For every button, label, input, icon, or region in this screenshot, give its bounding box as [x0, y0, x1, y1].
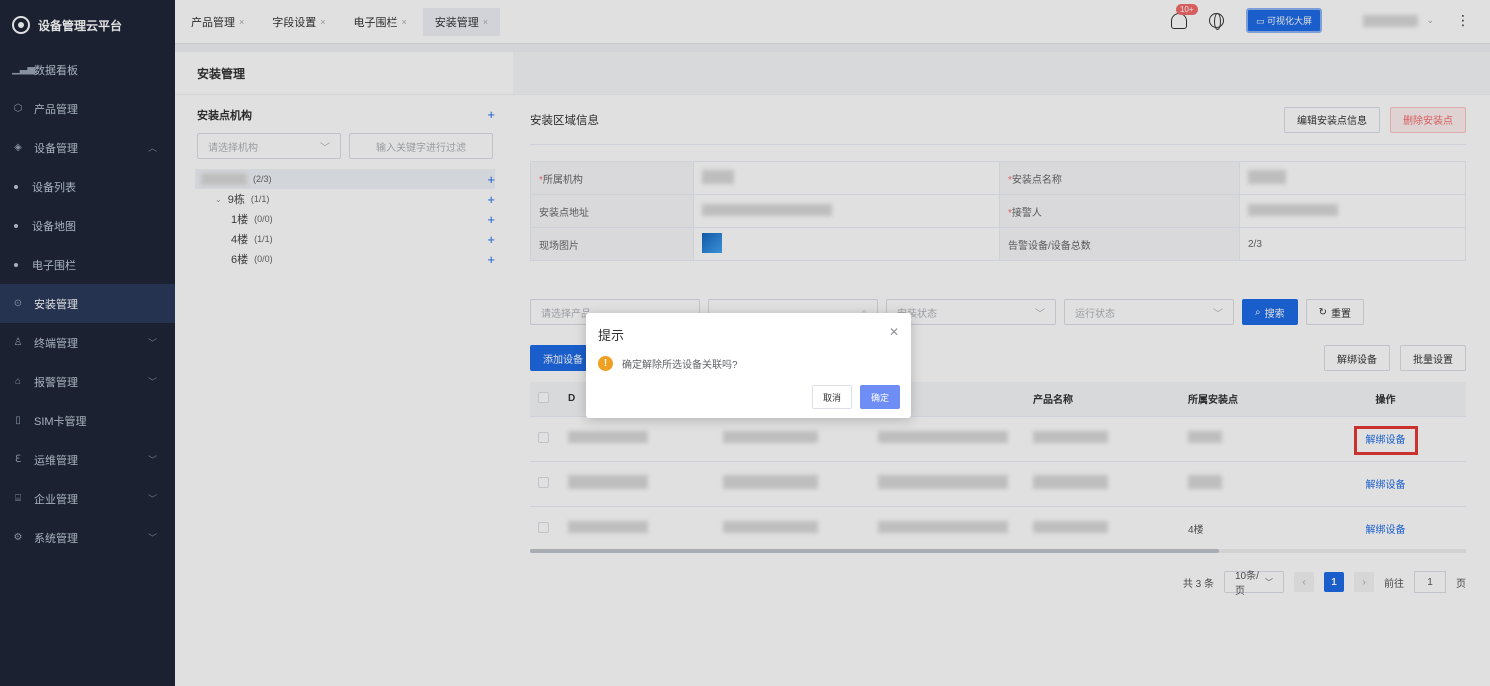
dialog-footer: 取消 确定	[811, 385, 900, 409]
close-icon[interactable]: ✕	[889, 325, 899, 339]
dialog-body: ! 确定解除所选设备关联吗?	[598, 356, 899, 371]
dialog-title: 提示	[598, 328, 625, 343]
cancel-button[interactable]: 取消	[811, 385, 852, 409]
dialog-message: 确定解除所选设备关联吗?	[622, 360, 738, 371]
confirm-button[interactable]: 确定	[859, 385, 900, 409]
confirm-dialog: 提示 ✕ ! 确定解除所选设备关联吗? 取消 确定	[586, 313, 911, 418]
warning-icon: !	[598, 356, 613, 371]
